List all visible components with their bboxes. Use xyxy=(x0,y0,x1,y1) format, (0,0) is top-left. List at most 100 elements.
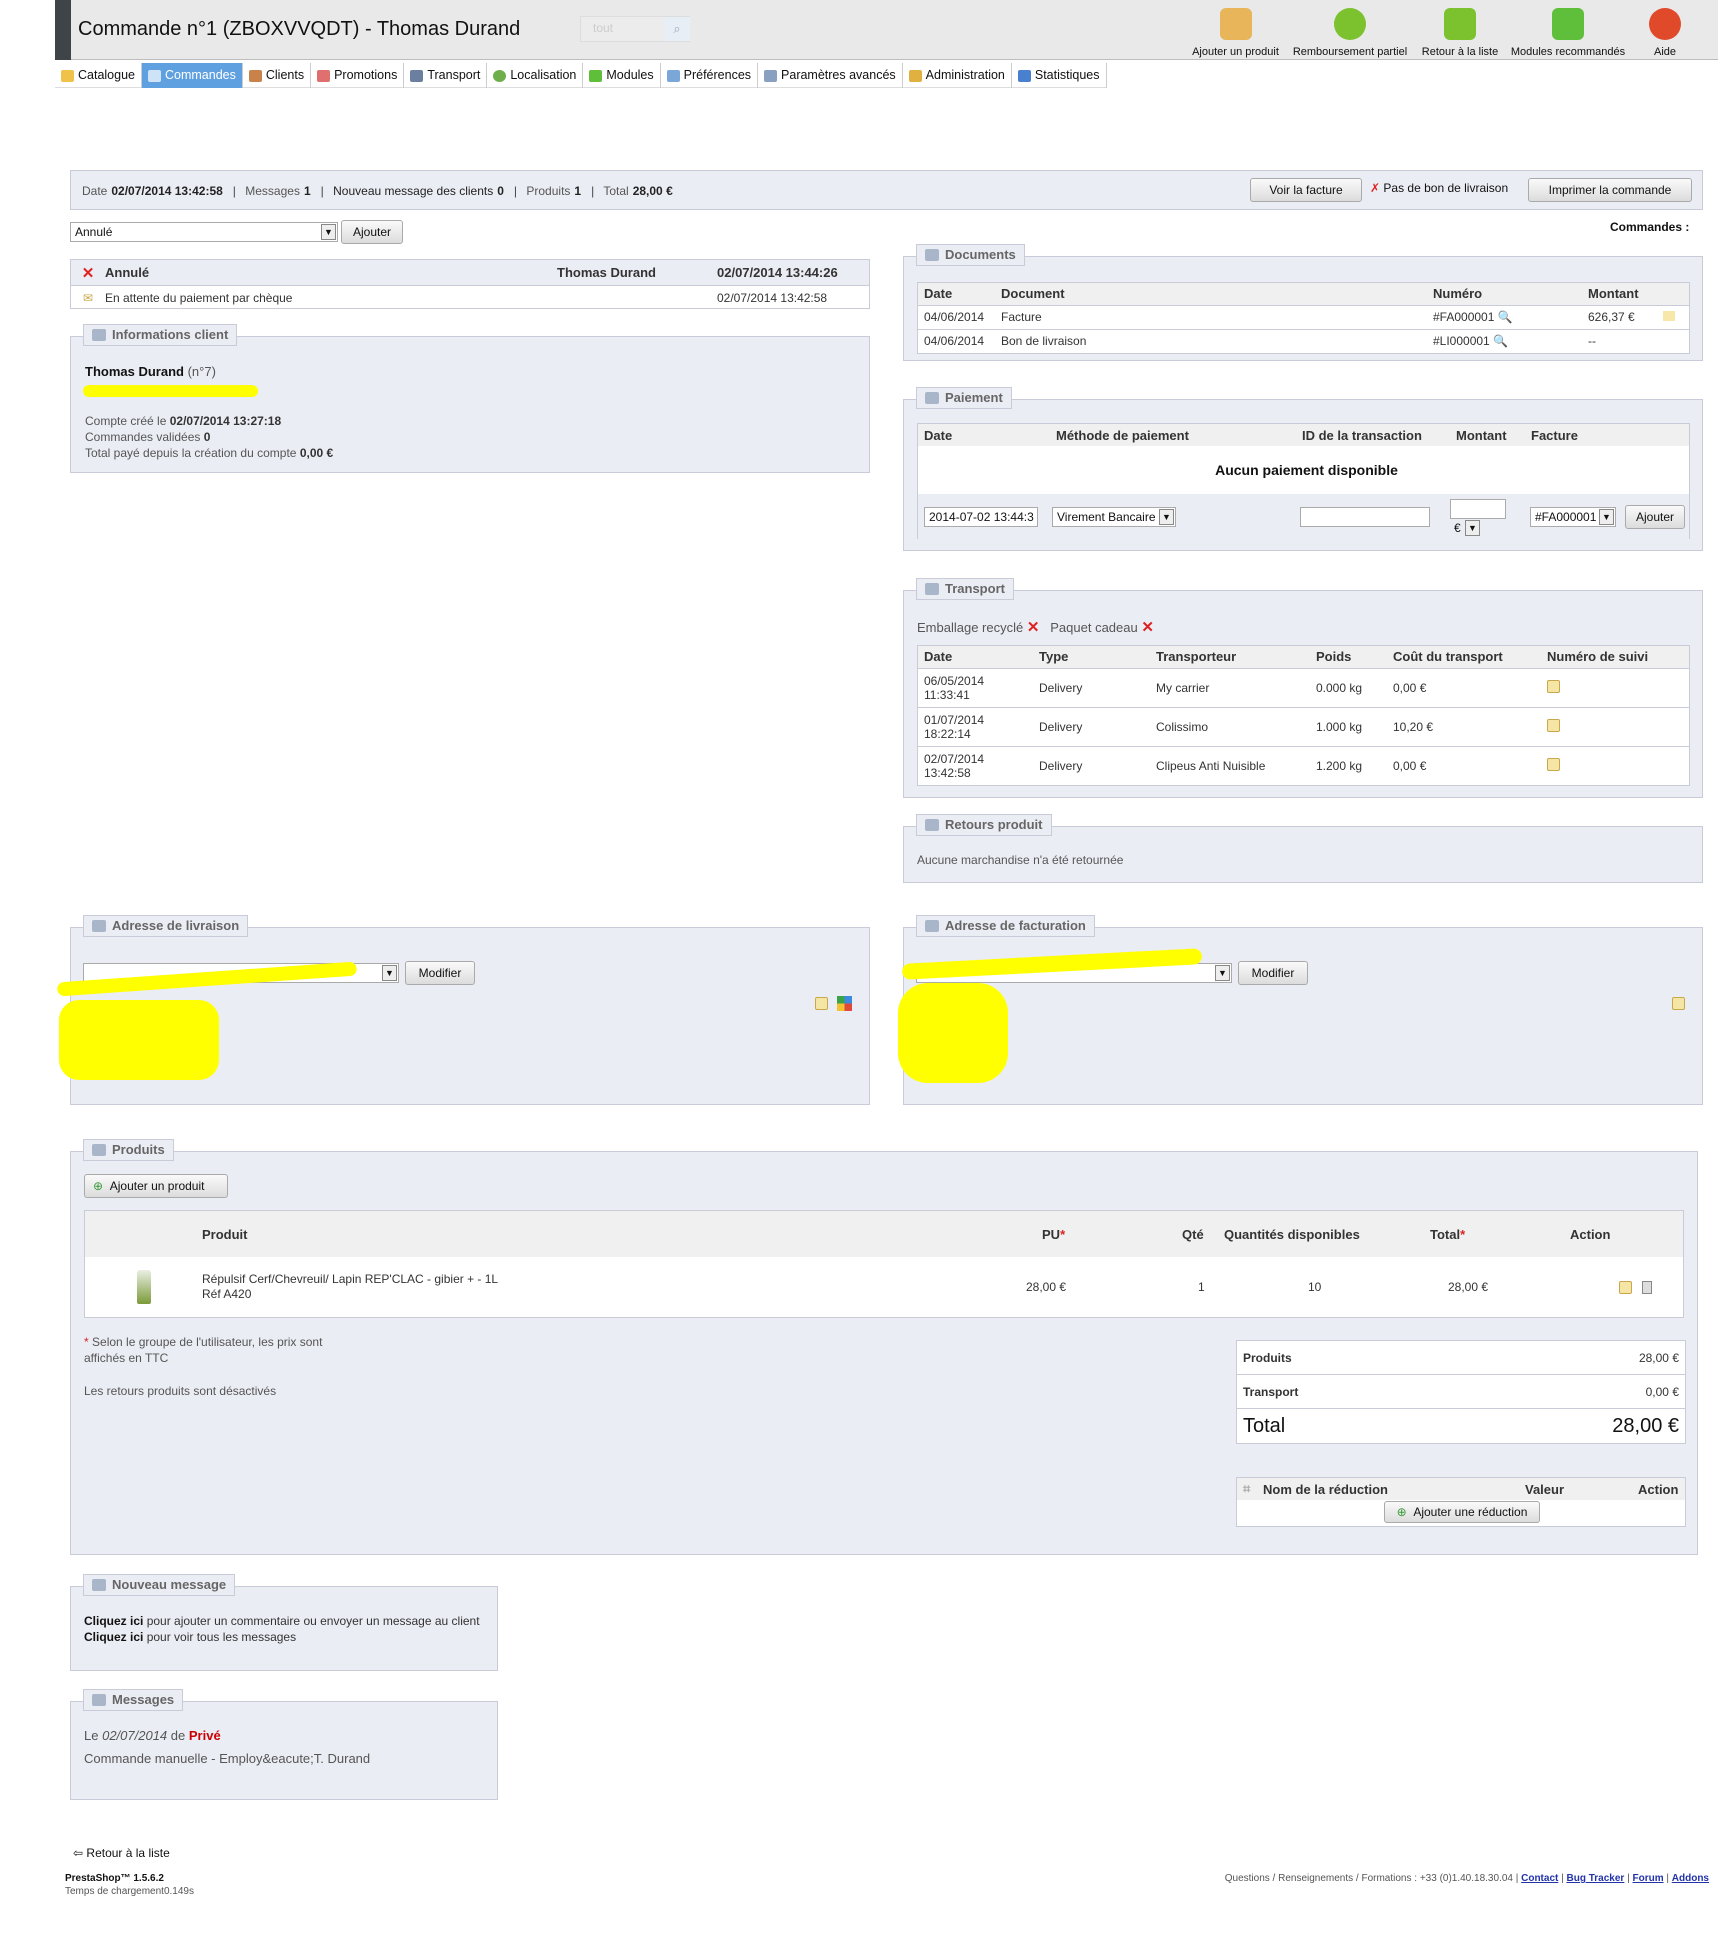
document-icon xyxy=(925,249,939,261)
nav-preferences[interactable]: Préférences xyxy=(661,63,759,88)
payment-amount-input[interactable] xyxy=(1450,499,1506,519)
nav-advanced-parameters[interactable]: Paramètres avancés xyxy=(758,63,903,88)
invoice-modify-button[interactable]: Modifier xyxy=(1238,961,1308,985)
document-row: 04/06/2014 Facture #FA000001 🔍 626,37 € xyxy=(918,304,1689,329)
payment-icon xyxy=(925,392,939,404)
customer-info-legend: Informations client xyxy=(83,324,238,346)
nav-transport[interactable]: Transport xyxy=(404,63,488,88)
ttc-note: * Selon le groupe de l'utilisateur, les … xyxy=(84,1335,323,1365)
shipping-row: 06/05/2014 11:33:41 Delivery My carrier 0.00… xyxy=(918,667,1689,707)
discount-table: ⌗ Nom de la réduction Valeur Action ⊕ Ajout… xyxy=(1236,1477,1686,1527)
print-order-button[interactable]: Imprimer la commande xyxy=(1528,178,1692,202)
product-row: Répulsif Cerf/Chevreuil/ Lapin REP'CLAC … xyxy=(85,1257,1683,1317)
page-title: Commande n°1 (ZBOXVVQDT) - Thomas Durand xyxy=(78,18,521,40)
chevron-down-icon: ▼ xyxy=(1215,965,1230,981)
google-maps-icon[interactable] xyxy=(837,996,852,1011)
no-icon: ✕ xyxy=(1026,619,1040,636)
message-icon xyxy=(92,1579,106,1591)
edit-pencil-icon[interactable] xyxy=(1547,718,1560,732)
edit-pencil-icon[interactable] xyxy=(1619,1280,1632,1294)
key-icon xyxy=(908,69,922,82)
products-panel: Produits ⊕ Ajouter un produit Produit PU… xyxy=(70,1139,1698,1555)
chevron-down-icon: ▼ xyxy=(1599,509,1614,525)
message-body: Commande manuelle - Employ&eacute;T. Dur… xyxy=(84,1751,371,1766)
delivery-modify-button[interactable]: Modifier xyxy=(405,961,475,985)
history-row: ✉ En attente du paiement par chèque 02/0… xyxy=(71,285,869,309)
shipping-row: 01/07/2014 18:22:14 Delivery Colissimo 1.000… xyxy=(918,706,1689,746)
add-product-button[interactable]: ⊕ Ajouter un produit xyxy=(84,1174,228,1198)
plus-icon: ⊕ xyxy=(1396,1505,1407,1519)
contact-link[interactable]: Contact xyxy=(1521,1873,1558,1884)
nav-clients[interactable]: Clients xyxy=(243,63,312,88)
toolbar-help-button[interactable]: Aide xyxy=(1640,8,1690,58)
help-lifebuoy-icon xyxy=(1649,8,1681,40)
addons-link[interactable]: Addons xyxy=(1672,1873,1709,1884)
nav-administration[interactable]: Administration xyxy=(903,63,1012,88)
toolbar-recommended-modules-button[interactable]: Modules recommandés xyxy=(1508,8,1628,58)
currency-select[interactable]: € ▼ xyxy=(1450,519,1480,539)
back-arrow-icon: ⇦ xyxy=(73,1846,84,1860)
toolbar-back-to-list-button[interactable]: Retour à la liste xyxy=(1418,8,1502,58)
shipping-row: 02/07/2014 13:42:58 Delivery Clipeus Anti N… xyxy=(918,745,1689,785)
shipping-options: Emballage recyclé ✕ Paquet cadeau ✕ xyxy=(917,619,1154,636)
view-messages-link[interactable]: Cliquez ici xyxy=(84,1630,143,1644)
cart-icon xyxy=(148,69,161,82)
nav-commandes[interactable]: Commandes xyxy=(142,63,243,88)
tag-icon: ⌗ xyxy=(1243,1481,1251,1496)
status-history: ✕ Annulé Thomas Durand 02/07/2014 13:44:… xyxy=(70,259,870,309)
totals-table: Produits 28,00 € Transport 0,00 € Total 28,… xyxy=(1236,1340,1686,1444)
message-header: Le 02/07/2014 de Privé xyxy=(84,1728,221,1743)
edit-pencil-icon[interactable] xyxy=(1672,997,1685,1010)
truck-icon xyxy=(92,920,106,932)
nav-promotions[interactable]: Promotions xyxy=(311,63,405,88)
customer-info-panel: Informations client Thomas Durand (n°7) … xyxy=(70,324,870,473)
transaction-id-input[interactable] xyxy=(1300,507,1430,527)
chevron-down-icon: ▼ xyxy=(1465,520,1480,536)
delivery-address-panel: Adresse de livraison ▼ Modifier xyxy=(56,915,870,1105)
nav-localisation[interactable]: Localisation xyxy=(487,63,584,88)
chevron-down-icon: ▼ xyxy=(382,965,397,981)
document-row: 04/06/2014 Bon de livraison #LI000001 🔍 -- xyxy=(918,328,1689,353)
user-icon xyxy=(92,329,106,341)
nav-catalogue[interactable]: Catalogue xyxy=(55,63,142,88)
toolbar-add-product-button[interactable]: Ajouter un produit xyxy=(1188,8,1283,58)
documents-panel: Documents Date Document Numéro Montant 04/0… xyxy=(903,244,1703,361)
cart-icon xyxy=(92,1144,106,1156)
edit-pencil-icon[interactable] xyxy=(1547,757,1560,771)
no-delivery-slip-label: ✗ Pas de bon de livraison xyxy=(1370,181,1509,195)
nav-modules[interactable]: Modules xyxy=(583,63,661,88)
status-add-button[interactable]: Ajouter xyxy=(341,220,403,244)
nav-statistics[interactable]: Statistiques xyxy=(1012,63,1107,88)
shipping-panel: Transport Emballage recyclé ✕ Paquet cad… xyxy=(903,578,1703,798)
version-text: PrestaShop™ 1.5.6.2 xyxy=(65,1873,164,1884)
forum-link[interactable]: Forum xyxy=(1633,1873,1664,1884)
order-status-select[interactable]: Annulé ▼ xyxy=(70,222,338,242)
load-time-text: Temps de chargement0.149s xyxy=(65,1886,194,1897)
add-product-icon xyxy=(1219,8,1252,40)
view-invoice-button[interactable]: Voir la facture xyxy=(1250,178,1362,202)
footer-links: Questions / Renseignements / Formations … xyxy=(1224,1873,1709,1884)
add-payment-button[interactable]: Ajouter xyxy=(1625,505,1685,529)
wrench-icon xyxy=(764,69,778,82)
customer-name[interactable]: Thomas Durand xyxy=(85,364,184,379)
envelope-icon xyxy=(92,1694,106,1706)
puzzle-icon xyxy=(589,69,603,82)
edit-pencil-icon[interactable] xyxy=(1547,679,1560,693)
trash-icon[interactable] xyxy=(1642,1280,1652,1294)
toolbar-partial-refund-button[interactable]: Remboursement partiel xyxy=(1290,8,1410,58)
tag-icon xyxy=(317,69,331,82)
payment-method-select[interactable]: Virement Bancaire ▼ xyxy=(1052,507,1176,527)
user-icon xyxy=(248,69,262,82)
add-comment-link[interactable]: Cliquez ici xyxy=(84,1614,143,1628)
back-arrow-icon xyxy=(1444,8,1476,40)
search-icon[interactable]: ⌕ xyxy=(664,17,690,41)
back-to-list-link[interactable]: ⇦ Retour à la liste xyxy=(73,1846,170,1860)
invoice-select[interactable]: #FA000001 ▼ xyxy=(1530,507,1616,527)
bug-tracker-link[interactable]: Bug Tracker xyxy=(1567,1873,1625,1884)
payment-date-input[interactable]: 2014-07-02 13:44:3 xyxy=(924,507,1038,527)
invoice-icon xyxy=(925,920,939,932)
truck-icon xyxy=(410,69,424,82)
edit-pencil-icon[interactable] xyxy=(815,997,828,1010)
add-discount-button[interactable]: ⊕ Ajouter une réduction xyxy=(1384,1501,1540,1523)
new-message-panel: Nouveau message Cliquez ici pour ajouter… xyxy=(70,1574,498,1671)
